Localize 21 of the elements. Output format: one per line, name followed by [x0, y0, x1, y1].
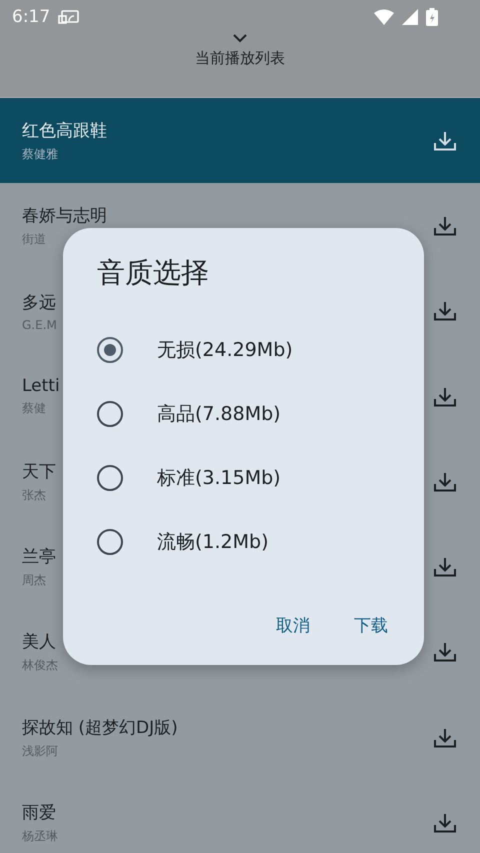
playlist-title: 当前播放列表 [195, 49, 285, 68]
song-title: 红色高跟鞋 [22, 120, 107, 142]
song-title: 天下 [22, 460, 56, 483]
song-artist: 浅影阿 [22, 742, 58, 760]
song-artist: 周杰 [22, 572, 46, 590]
song-title: 多远 [22, 292, 56, 314]
song-artist: 杨丞琳 [22, 828, 58, 846]
song-artist: 蔡健 [22, 400, 46, 418]
song-title: 兰亭 [22, 546, 56, 568]
song-artist: 张杰 [22, 486, 46, 504]
song-title: Letti [22, 376, 60, 396]
status-time: 6:17 [12, 7, 50, 27]
song-artist: 蔡健雅 [22, 146, 58, 163]
song-artist: G.E.M [22, 318, 57, 332]
dialog-title: 音质选择 [97, 255, 210, 291]
song-title: 雨爱 [22, 802, 56, 824]
song-title: 春娇与志明 [22, 204, 107, 227]
song-title: 美人 [22, 631, 56, 654]
song-title: 探故知 (超梦幻DJ版) [22, 716, 178, 739]
song-artist: 林俊杰 [22, 657, 58, 674]
song-artist: 街道 [22, 230, 46, 248]
